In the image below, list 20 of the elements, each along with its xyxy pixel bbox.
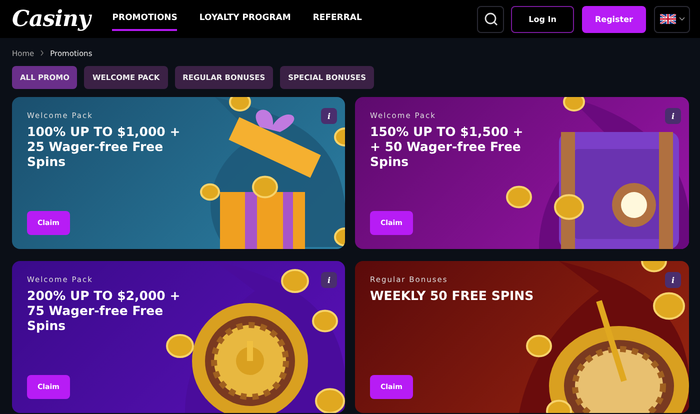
promo-title: 100% UP TO $1,000 + 25 Wager-free Free Spins [27, 124, 182, 169]
login-button[interactable]: Log In [511, 6, 574, 32]
promo-title: 200% UP TO $2,000 + 75 Wager-free Free Spins [27, 288, 182, 333]
nav-link[interactable]: PROMOTIONS [112, 7, 178, 31]
promo-title: WEEKLY 50 FREE SPINS [370, 288, 535, 303]
search-icon [484, 12, 498, 26]
logo[interactable]: Casiny [12, 6, 90, 32]
nav-link[interactable]: LOYALTY PROGRAM [199, 7, 291, 31]
info-button[interactable]: i [321, 108, 337, 124]
info-button[interactable]: i [665, 108, 681, 124]
nav-link[interactable]: REFERRAL [312, 7, 362, 31]
chevron-right-icon [40, 50, 44, 56]
search-button[interactable] [477, 6, 504, 32]
promo-title: 150% UP TO $1,500 + + 50 Wager-free Free Spins [370, 124, 524, 169]
chevron-down-icon [678, 17, 684, 21]
language-selector[interactable] [654, 6, 690, 32]
flag-icon [660, 14, 676, 24]
info-button[interactable]: i [321, 272, 337, 288]
register-button[interactable]: Register [582, 6, 646, 32]
info-button[interactable]: i [665, 272, 681, 288]
